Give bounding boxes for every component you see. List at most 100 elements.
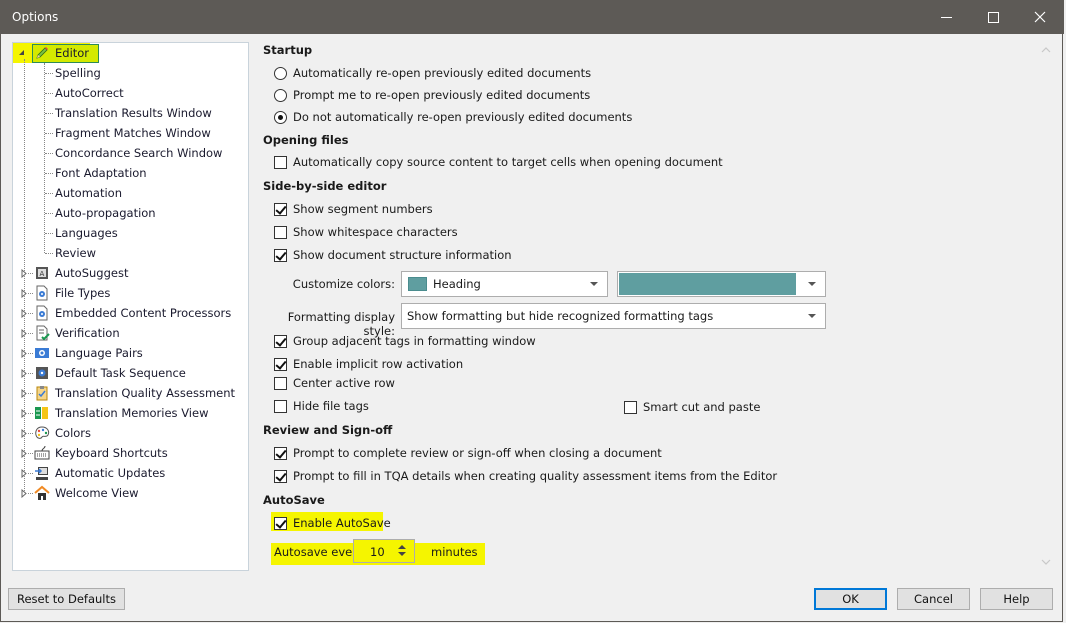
expand-icon[interactable] (21, 469, 27, 478)
expand-icon[interactable] (21, 289, 27, 298)
radio-button[interactable] (274, 88, 287, 102)
expand-icon[interactable] (21, 269, 27, 278)
maximize-button[interactable] (970, 0, 1016, 34)
tree-guide-line (45, 93, 53, 94)
tree-item-label: Translation Quality Assessment (55, 386, 236, 400)
expand-icon[interactable] (21, 449, 27, 458)
tree-guide-line (45, 193, 53, 194)
spinner-value[interactable]: 10 (370, 545, 385, 559)
ok-button[interactable]: OK (814, 588, 887, 610)
tree-item-label: AutoSuggest (55, 266, 129, 280)
checkbox[interactable] (274, 516, 287, 530)
tree-guide-line (45, 113, 53, 114)
expand-icon[interactable] (21, 489, 27, 498)
checkbox-center-row[interactable]: Center active row (274, 376, 395, 390)
tree-item-label: Fragment Matches Window (55, 126, 211, 140)
checkbox-hide-file-tags[interactable]: Hide file tags (274, 399, 369, 413)
checkbox-show-structure[interactable]: Show document structure information (274, 248, 512, 262)
close-button[interactable] (1017, 0, 1063, 34)
home-icon (34, 485, 50, 500)
checkbox-prompt-tqa[interactable]: Prompt to fill in TQA details when creat… (274, 469, 777, 483)
tree-item-label: Automatic Updates (55, 466, 166, 480)
expand-icon[interactable] (21, 369, 27, 378)
checkbox[interactable] (274, 376, 287, 390)
checkbox-prompt-complete-review[interactable]: Prompt to complete review or sign-off wh… (274, 446, 662, 460)
checkbox[interactable] (274, 446, 287, 460)
checkbox[interactable] (274, 155, 287, 169)
checkbox[interactable] (274, 202, 287, 216)
tree-guide-line (28, 273, 33, 274)
tree-item-label: Default Task Sequence (55, 366, 186, 380)
palette-icon (35, 426, 50, 439)
checkbox-enable-autosave[interactable]: Enable AutoSave (274, 516, 391, 530)
tree-item-label: Review (55, 246, 97, 260)
tree-item-label: Automation (55, 186, 122, 200)
checkbox-smart-cut[interactable]: Smart cut and paste (624, 400, 760, 414)
tree-guide-line (45, 173, 53, 174)
checkbox[interactable] (274, 469, 287, 483)
autosave-every-text: Autosave every (274, 545, 364, 559)
option-label: Show whitespace characters (293, 225, 458, 239)
expand-icon[interactable] (21, 329, 27, 338)
checkbox-implicit-row[interactable]: Enable implicit row activation (274, 357, 463, 371)
tree-guide-line (45, 133, 53, 134)
formatting-style-dropdown[interactable]: Show formatting but hide recognized form… (401, 303, 826, 329)
cancel-button[interactable]: Cancel (897, 588, 970, 610)
checkbox-show-whitespace[interactable]: Show whitespace characters (274, 225, 458, 239)
color-preview (619, 273, 796, 295)
tree-guide-line (28, 293, 33, 294)
tree-guide-line (45, 153, 53, 154)
checkbox[interactable] (624, 400, 637, 414)
close-icon (1034, 11, 1046, 23)
expand-icon[interactable] (21, 409, 27, 418)
tree-guide-line (28, 473, 33, 474)
tree-guide-line (45, 213, 53, 214)
scroll-down-icon[interactable] (1041, 558, 1051, 566)
radio-no-reopen[interactable]: Do not automatically re-open previously … (274, 110, 632, 124)
minutes-label: minutes (431, 545, 478, 559)
tree-guide-line (28, 353, 33, 354)
expand-icon[interactable] (21, 429, 27, 438)
radio-button[interactable] (274, 110, 287, 124)
minimize-button[interactable] (923, 0, 969, 34)
autosave-every-label: Autosave every (274, 545, 364, 559)
scroll-up-icon[interactable] (1041, 46, 1051, 54)
section-heading-autosave: AutoSave (263, 493, 325, 507)
maximize-icon (987, 11, 999, 23)
tree-guide-line (45, 73, 53, 74)
tree-item-editor[interactable]: Editor (13, 43, 113, 63)
expand-icon[interactable] (21, 389, 27, 398)
checkbox[interactable] (274, 357, 287, 371)
checkbox[interactable] (274, 334, 287, 348)
help-button[interactable]: Help (980, 588, 1053, 610)
option-label: Prompt to fill in TQA details when creat… (293, 469, 778, 483)
option-label: Enable implicit row activation (293, 357, 464, 371)
expand-icon[interactable] (21, 309, 27, 318)
checkbox-show-segment-numbers[interactable]: Show segment numbers (274, 202, 433, 216)
spin-down-icon[interactable] (398, 552, 406, 556)
collapse-icon[interactable] (19, 50, 24, 55)
spin-up-icon[interactable] (398, 545, 406, 549)
tree-guide-line (28, 373, 33, 374)
tree-guide-line (45, 233, 53, 234)
checkbox-group-tags[interactable]: Group adjacent tags in formatting window (274, 334, 536, 348)
autosave-minutes-spinner[interactable]: 10 (353, 539, 415, 563)
checkbox[interactable] (274, 399, 287, 413)
title-bar: Options (1, 0, 1064, 34)
option-label: Do not automatically re-open previously … (293, 110, 633, 124)
checkbox[interactable] (274, 248, 287, 262)
color-picker-dropdown[interactable] (617, 271, 826, 297)
tree-item-label: Editor (55, 46, 90, 60)
option-label: Smart cut and paste (643, 400, 761, 414)
checkbox[interactable] (274, 225, 287, 239)
option-label: Prompt to complete review or sign-off wh… (293, 446, 662, 460)
checkbox-auto-copy[interactable]: Automatically copy source content to tar… (274, 155, 723, 169)
radio-prompt-reopen[interactable]: Prompt me to re-open previously edited d… (274, 88, 590, 102)
option-label: Automatically copy source content to tar… (293, 155, 723, 169)
radio-auto-reopen[interactable]: Automatically re-open previously edited … (274, 66, 591, 80)
file-gear-icon (36, 305, 48, 321)
radio-button[interactable] (274, 66, 287, 80)
customize-colors-dropdown[interactable]: Heading (401, 271, 608, 297)
expand-icon[interactable] (21, 349, 27, 358)
reset-defaults-button[interactable]: Reset to Defaults (8, 588, 125, 610)
